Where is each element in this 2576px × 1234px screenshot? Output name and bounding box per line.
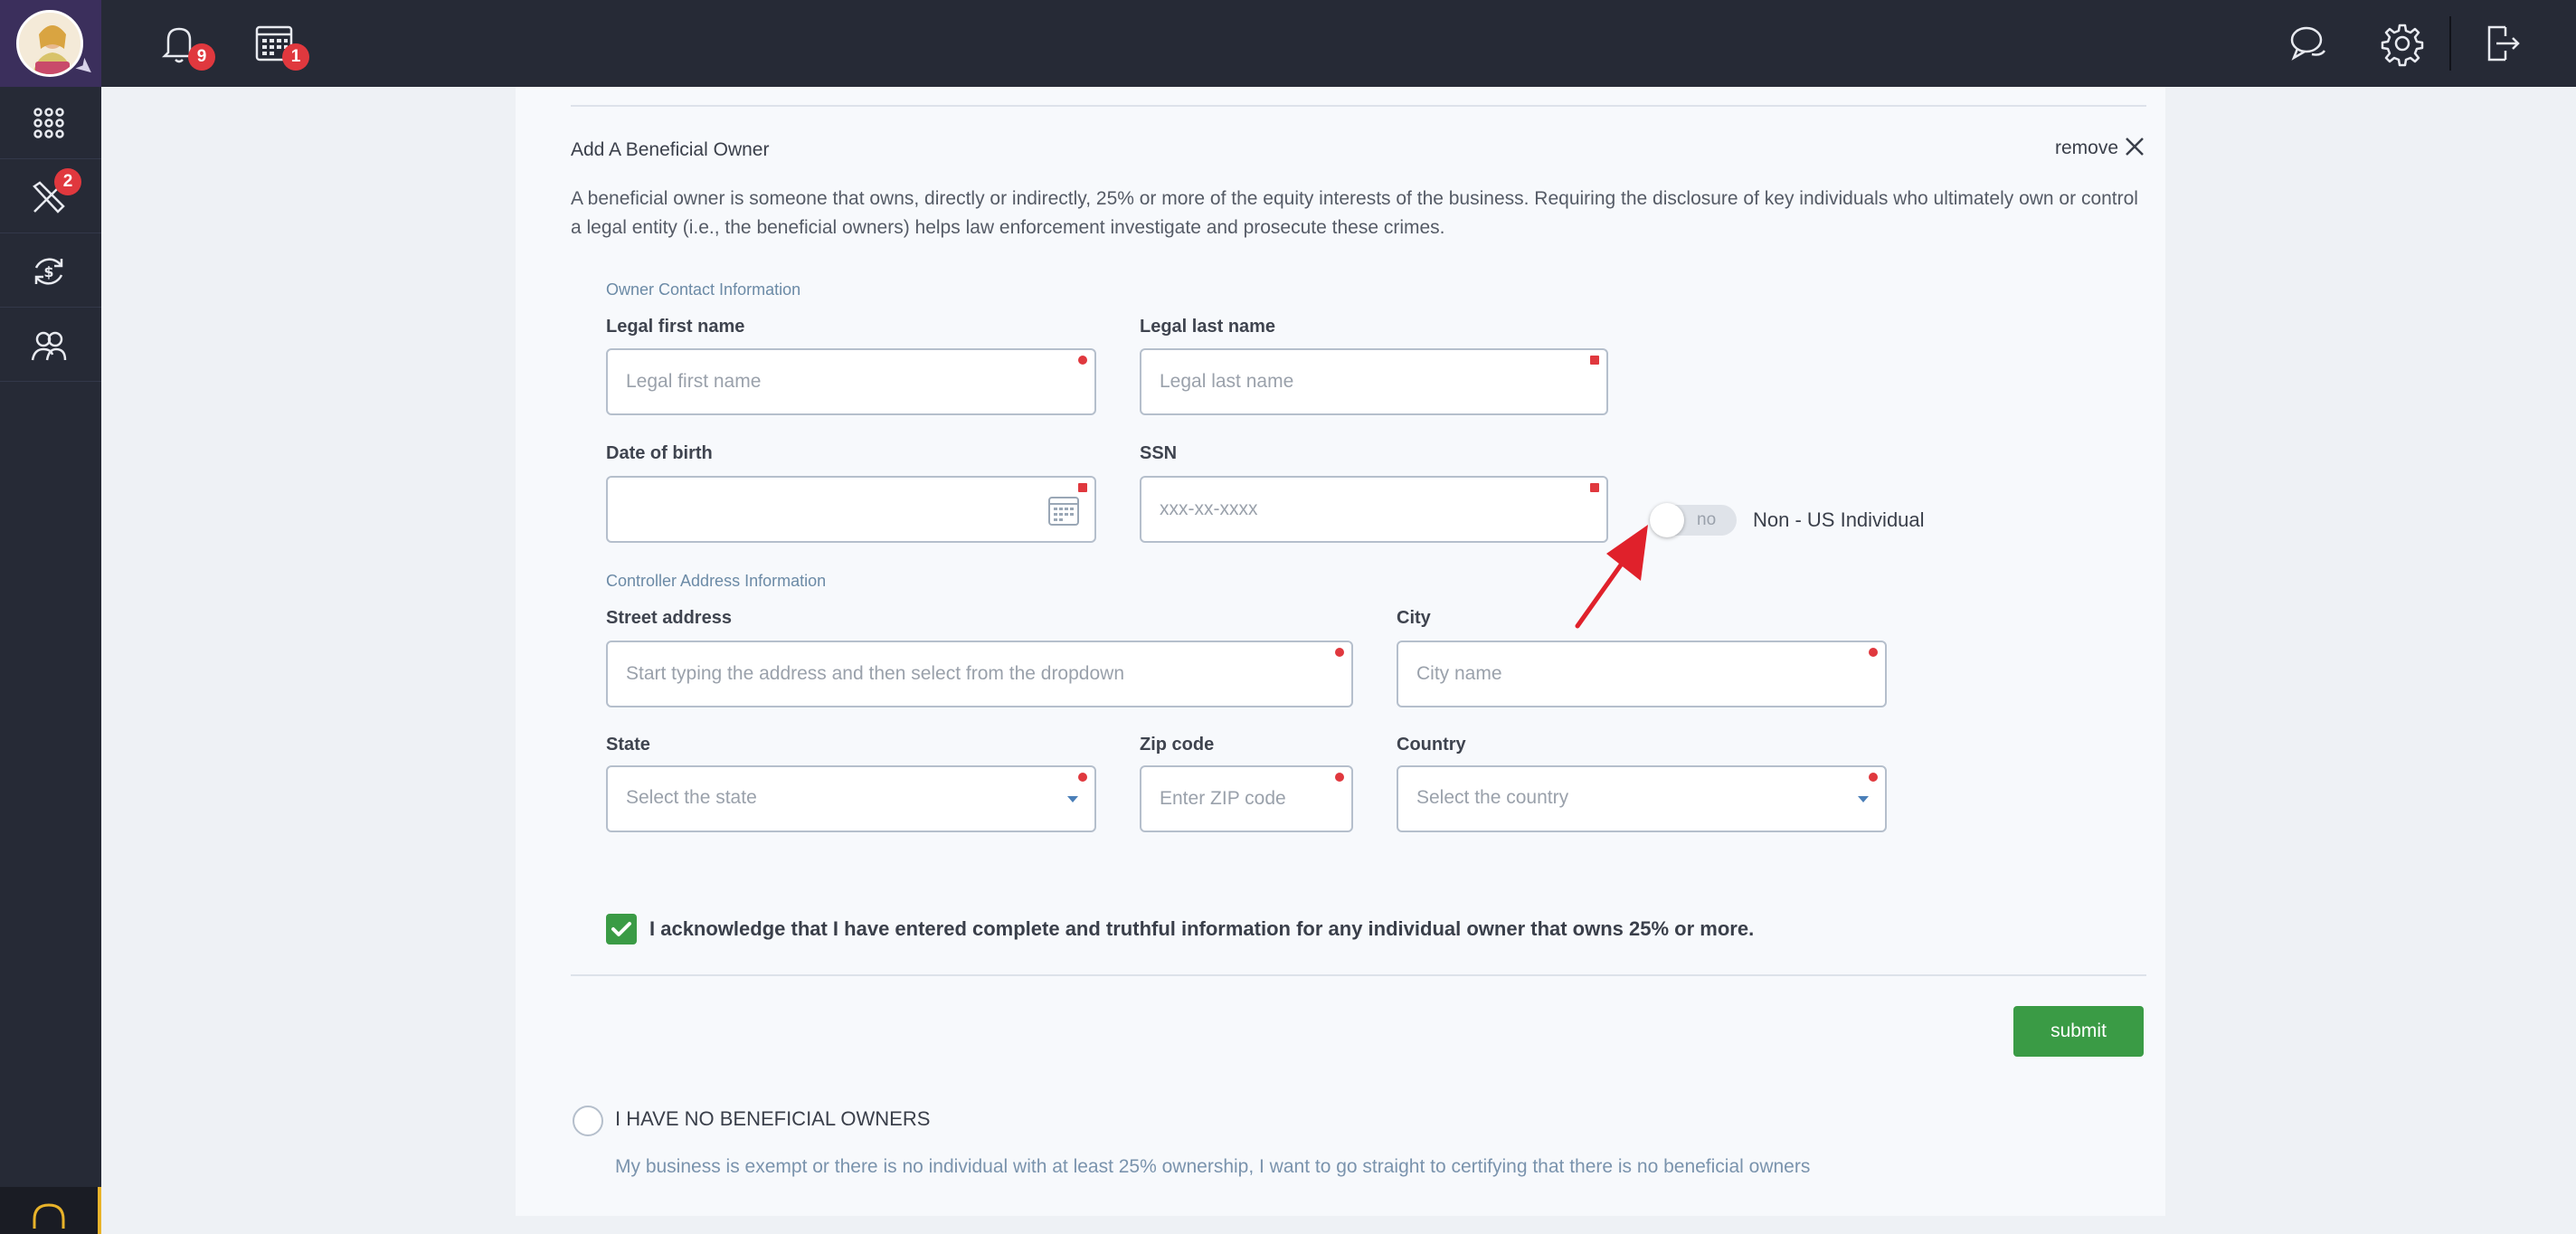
acknowledge-text: I acknowledge that I have entered comple…: [649, 917, 1755, 940]
logout-icon: [2487, 25, 2520, 62]
tools-badge: 2: [54, 168, 81, 195]
sidebar-item-tools[interactable]: 2: [0, 161, 101, 233]
remove-button[interactable]: remove: [2055, 138, 2118, 159]
first-name-input[interactable]: [608, 350, 1094, 413]
dob-label: Date of birth: [606, 443, 713, 463]
toggle-value: no: [1697, 510, 1717, 529]
required-indicator: [1078, 483, 1087, 492]
section-title: Add A Beneficial Owner: [571, 139, 770, 160]
required-indicator: [1869, 648, 1878, 657]
calendar-picker-icon[interactable]: [1047, 494, 1080, 527]
street-label: Street address: [606, 608, 732, 628]
sidebar: 2 $: [0, 87, 101, 1234]
gear-icon: [2381, 24, 2424, 67]
calendar-badge: 1: [282, 43, 309, 71]
state-select[interactable]: Select the state: [606, 765, 1096, 832]
required-indicator: [1335, 773, 1344, 782]
state-label: State: [606, 735, 650, 755]
check-icon: [611, 922, 631, 936]
chevron-down-icon: [1067, 796, 1078, 802]
required-indicator: [1590, 356, 1599, 365]
contact-heading: Owner Contact Information: [606, 280, 801, 299]
dob-input[interactable]: [608, 478, 1094, 541]
sidebar-item-users[interactable]: [0, 309, 101, 382]
ssn-field[interactable]: [1140, 476, 1608, 543]
country-select[interactable]: Select the country: [1397, 765, 1887, 832]
street-input[interactable]: [608, 642, 1351, 706]
chevron-down-icon: [1858, 796, 1869, 802]
sidebar-item-apps[interactable]: [0, 87, 101, 159]
zip-field[interactable]: [1140, 765, 1353, 832]
required-indicator: [1078, 773, 1087, 782]
submit-button[interactable]: submit: [2013, 1006, 2144, 1057]
non-us-label: Non - US Individual: [1753, 508, 1925, 531]
last-name-label: Legal last name: [1140, 317, 1276, 337]
calendar-button[interactable]: 1: [251, 20, 309, 71]
notifications-button[interactable]: 9: [156, 20, 215, 71]
svg-text:$: $: [43, 263, 53, 280]
sidebar-item-exchange[interactable]: $: [0, 235, 101, 308]
zip-label: Zip code: [1140, 735, 1215, 755]
required-indicator: [1590, 483, 1599, 492]
last-name-input[interactable]: [1141, 350, 1606, 413]
settings-button[interactable]: [2379, 20, 2426, 67]
profile-area[interactable]: ➤: [0, 0, 101, 87]
acknowledge-checkbox[interactable]: [606, 914, 637, 944]
chat-icon: [2290, 26, 2326, 61]
street-field[interactable]: [606, 641, 1353, 707]
close-icon[interactable]: [2124, 136, 2145, 157]
section-description: A beneficial owner is someone that owns,…: [571, 188, 2138, 238]
topbar-divider: [2449, 16, 2451, 71]
apps-grid-icon: [33, 108, 64, 138]
support-button[interactable]: [0, 1187, 101, 1234]
ssn-input[interactable]: [1141, 478, 1606, 541]
city-input[interactable]: [1398, 642, 1885, 706]
city-field[interactable]: [1397, 641, 1887, 707]
no-owners-description: My business is exempt or there is no ind…: [615, 1156, 1811, 1177]
address-heading: Controller Address Information: [606, 572, 827, 590]
top-bar: ➤ 9 1: [0, 0, 2576, 87]
headset-icon: [33, 1203, 65, 1229]
dob-field[interactable]: [606, 476, 1096, 543]
zip-input[interactable]: [1141, 767, 1351, 831]
required-indicator: [1078, 356, 1087, 365]
state-placeholder: Select the state: [626, 787, 757, 808]
form-divider: [571, 974, 2146, 976]
required-indicator: [1335, 648, 1344, 657]
first-name-label: Legal first name: [606, 317, 745, 337]
non-us-toggle[interactable]: no: [1650, 503, 1737, 537]
notifications-badge: 9: [188, 43, 215, 71]
logout-button[interactable]: [2478, 20, 2525, 67]
no-owners-radio[interactable]: [573, 1106, 603, 1136]
exchange-dollar-icon: $: [34, 258, 63, 285]
users-icon: [31, 331, 67, 361]
chat-button[interactable]: [2285, 20, 2332, 67]
required-indicator: [1869, 773, 1878, 782]
first-name-field[interactable]: [606, 348, 1096, 415]
country-label: Country: [1397, 735, 1466, 755]
top-divider: [571, 105, 2146, 107]
city-label: City: [1397, 608, 1431, 628]
ssn-label: SSN: [1140, 443, 1178, 463]
country-placeholder: Select the country: [1416, 787, 1569, 808]
last-name-field[interactable]: [1140, 348, 1608, 415]
no-owners-label: I HAVE NO BENEFICIAL OWNERS: [615, 1107, 931, 1130]
annotation-arrow: [1575, 525, 1648, 629]
